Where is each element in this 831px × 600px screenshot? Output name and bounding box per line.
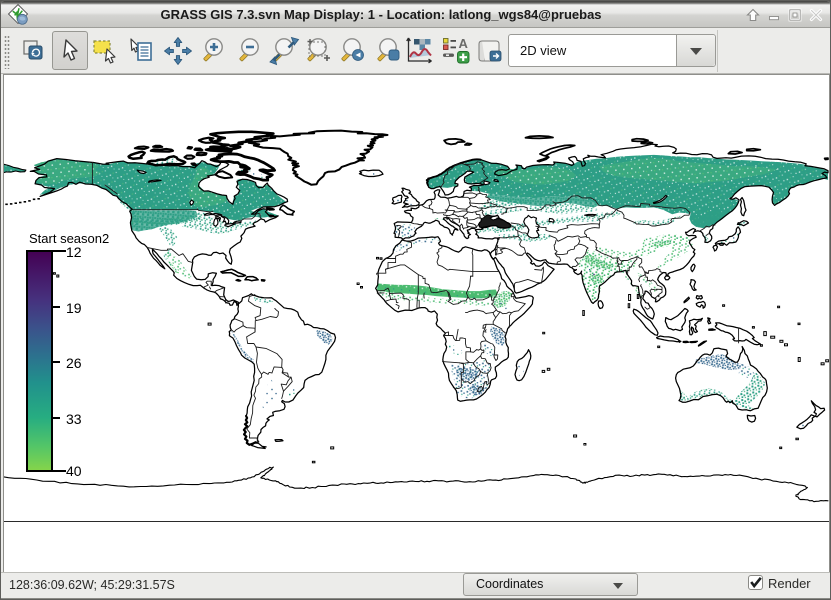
svg-text:A: A <box>459 36 469 51</box>
